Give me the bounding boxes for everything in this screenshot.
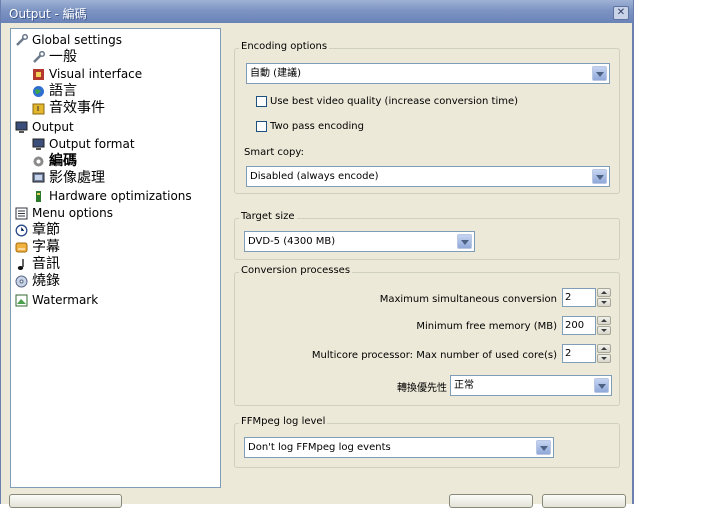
disc-icon bbox=[15, 275, 28, 288]
group-title: Conversion processes bbox=[239, 265, 353, 276]
select-value: 自動 (建議) bbox=[250, 68, 301, 79]
ffmpeg-log-group: FFMpeg log level Don't log FFMpeg log ev… bbox=[234, 416, 620, 468]
ok-button[interactable] bbox=[449, 494, 533, 508]
subtitle-icon bbox=[15, 241, 28, 254]
image-icon bbox=[32, 172, 45, 185]
wrench-icon bbox=[32, 50, 46, 64]
smart-copy-select[interactable]: Disabled (always encode) bbox=[246, 166, 610, 187]
tree-item-label: 影像處理 bbox=[49, 170, 105, 186]
globe-icon bbox=[32, 85, 45, 98]
best-quality-label: Use best video quality (increase convers… bbox=[270, 96, 519, 107]
chevron-down-icon[interactable] bbox=[594, 378, 609, 393]
options-window: Output - 編碼 ✕ Global settings 一般 Visual … bbox=[0, 0, 634, 508]
target-size-group: Target size DVD-5 (4300 MB) bbox=[234, 211, 620, 260]
min-free-memory-stepper[interactable] bbox=[597, 316, 611, 335]
tree-item-label: 燒錄 bbox=[32, 273, 60, 289]
gear-icon bbox=[32, 155, 45, 168]
best-quality-checkbox[interactable] bbox=[256, 96, 267, 107]
multicore-label: Multicore processor: Max number of used … bbox=[311, 350, 557, 361]
tree-item-label: Watermark bbox=[32, 293, 99, 307]
smart-copy-label: Smart copy: bbox=[244, 147, 304, 158]
chevron-down-icon[interactable] bbox=[592, 169, 607, 184]
max-simultaneous-stepper[interactable] bbox=[597, 288, 611, 307]
watermark-icon bbox=[15, 294, 28, 307]
conversion-processes-group: Conversion processes Maximum simultaneou… bbox=[234, 265, 620, 406]
close-button[interactable]: ✕ bbox=[613, 6, 629, 20]
chevron-down-icon[interactable] bbox=[592, 66, 607, 81]
max-simultaneous-input[interactable]: 2 bbox=[562, 288, 596, 307]
palette-icon bbox=[32, 68, 45, 81]
sound-icon bbox=[32, 102, 45, 115]
min-free-memory-input[interactable]: 200 bbox=[562, 316, 596, 335]
chevron-down-icon[interactable] bbox=[457, 234, 472, 249]
tree-item-label: 字幕 bbox=[32, 239, 60, 255]
spin-up-icon[interactable] bbox=[597, 344, 611, 353]
tree-item-label: 音訊 bbox=[32, 256, 60, 272]
two-pass-checkbox[interactable] bbox=[256, 121, 267, 132]
tree-item-label: Visual interface bbox=[49, 67, 143, 81]
spin-up-icon[interactable] bbox=[597, 316, 611, 325]
monitor-icon bbox=[15, 121, 28, 134]
encoding-mode-select[interactable]: 自動 (建議) bbox=[246, 63, 610, 84]
encoding-options-group: Encoding options 自動 (建議) Use best video … bbox=[234, 41, 620, 194]
title-bar[interactable]: Output - 編碼 ✕ bbox=[1, 0, 633, 23]
ffmpeg-log-select[interactable]: Don't log FFMpeg log events bbox=[244, 437, 554, 458]
settings-tree[interactable]: Global settings 一般 Visual interface 語言 音… bbox=[10, 28, 221, 488]
multicore-stepper[interactable] bbox=[597, 344, 611, 363]
spin-up-icon[interactable] bbox=[597, 288, 611, 297]
tree-item-label: Hardware optimizations bbox=[49, 189, 192, 203]
group-title: Encoding options bbox=[239, 41, 330, 52]
tree-item-label: Output format bbox=[49, 137, 135, 151]
tree-item-label: 語言 bbox=[49, 83, 77, 99]
min-free-memory-label: Minimum free memory (MB) bbox=[416, 321, 557, 332]
menu-icon bbox=[15, 207, 28, 220]
select-value: Don't log FFMpeg log events bbox=[248, 442, 391, 453]
select-value: DVD-5 (4300 MB) bbox=[248, 236, 336, 247]
tree-item-label: 一般 bbox=[49, 49, 77, 65]
tree-item-label: 音效事件 bbox=[49, 100, 105, 116]
two-pass-label: Two pass encoding bbox=[270, 121, 364, 132]
spin-down-icon[interactable] bbox=[597, 298, 611, 307]
window-title: Output - 編碼 bbox=[9, 7, 87, 21]
multicore-input[interactable]: 2 bbox=[562, 344, 596, 363]
chip-icon bbox=[32, 190, 45, 203]
tree-item-label: 編碼 bbox=[49, 153, 77, 169]
select-value: Disabled (always encode) bbox=[250, 171, 379, 182]
spin-down-icon[interactable] bbox=[597, 354, 611, 363]
spin-down-icon[interactable] bbox=[597, 326, 611, 335]
wrench-icon bbox=[15, 33, 29, 47]
monitor-icon bbox=[32, 138, 45, 151]
select-value: 正常 bbox=[454, 380, 474, 391]
target-size-select[interactable]: DVD-5 (4300 MB) bbox=[244, 231, 475, 252]
close-icon: ✕ bbox=[616, 7, 626, 18]
priority-select[interactable]: 正常 bbox=[450, 375, 612, 396]
group-title: Target size bbox=[239, 211, 297, 222]
music-note-icon bbox=[15, 258, 28, 271]
tree-item-label: Menu options bbox=[32, 206, 113, 220]
bottom-left-button[interactable] bbox=[9, 494, 122, 508]
tree-item-label: Global settings bbox=[32, 33, 122, 47]
group-title: FFMpeg log level bbox=[239, 416, 328, 427]
tree-item-label: Output bbox=[32, 120, 74, 134]
cancel-button[interactable] bbox=[542, 494, 626, 508]
priority-label: 轉換優先性 bbox=[397, 383, 447, 394]
tree-item-label: 章節 bbox=[32, 222, 60, 238]
chevron-down-icon[interactable] bbox=[536, 440, 551, 455]
max-simultaneous-label: Maximum simultaneous conversion bbox=[379, 294, 557, 305]
clock-icon bbox=[15, 224, 28, 237]
